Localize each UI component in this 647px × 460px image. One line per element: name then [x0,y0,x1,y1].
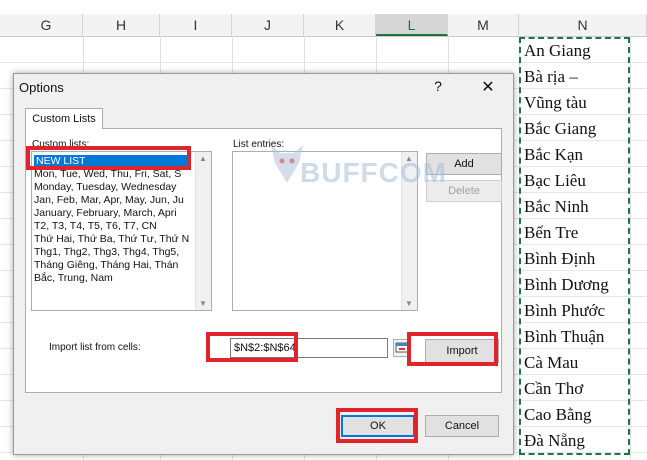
dialog-title: Options [19,80,64,95]
import-label: Import list from cells: [49,342,141,353]
close-icon[interactable]: ✕ [480,77,496,97]
column-header-k[interactable]: K [304,14,376,36]
list-item-selected[interactable]: NEW LIST [34,155,190,168]
list-item[interactable]: Thứ Hai, Thứ Ba, Thứ Tư, Thứ N [34,233,189,245]
scroll-down-icon[interactable]: ▼ [199,299,207,308]
import-button[interactable]: Import [425,339,499,363]
list-item[interactable]: Tháng Giêng, Tháng Hai, Thán [34,259,178,271]
list-item[interactable]: T2, T3, T4, T5, T6, T7, CN [34,220,157,232]
list-item[interactable]: Mon, Tue, Wed, Thu, Fri, Sat, S [34,168,181,180]
import-range-field[interactable]: $N$2:$N$64 [230,338,388,358]
ok-button[interactable]: OK [341,415,415,437]
collapse-dialog-icon[interactable] [393,339,411,357]
list-item[interactable]: January, February, March, Apri [34,207,177,219]
list-item[interactable]: Jan, Feb, Mar, Apr, May, Jun, Ju [34,194,184,206]
column-header-m[interactable]: M [448,14,519,36]
list-item[interactable]: Thg1, Thg2, Thg3, Thg4, Thg5, [34,246,179,258]
column-header-j[interactable]: J [232,14,304,36]
tab-custom-lists[interactable]: Custom Lists [25,108,103,129]
custom-lists-label: Custom lists: [32,139,90,150]
column-header-g[interactable]: G [10,14,83,36]
column-header-i[interactable]: I [160,14,232,36]
column-header-n[interactable]: N [519,14,647,36]
list-item[interactable]: Bắc, Trung, Nam [34,272,113,284]
watermark-text: BUFFCOM [300,157,447,188]
custom-lists-listbox[interactable]: NEW LIST Mon, Tue, Wed, Thu, Fri, Sat, S… [31,151,212,311]
column-header-l[interactable]: L [376,14,448,36]
scroll-down-icon[interactable]: ▼ [405,299,413,308]
custom-lists-scrollbar[interactable]: ▲ ▼ [195,152,211,310]
options-dialog: Options ? ✕ Custom Lists Custom lists: L… [13,73,514,455]
scroll-up-icon[interactable]: ▲ [199,154,207,163]
cancel-button[interactable]: Cancel [425,415,499,437]
copy-marquee [519,37,630,455]
column-header-row: G H I J K L M N [0,14,647,37]
column-header-h[interactable]: H [83,14,160,36]
help-button[interactable]: ? [431,78,445,94]
list-item[interactable]: Monday, Tuesday, Wednesday [34,181,176,193]
